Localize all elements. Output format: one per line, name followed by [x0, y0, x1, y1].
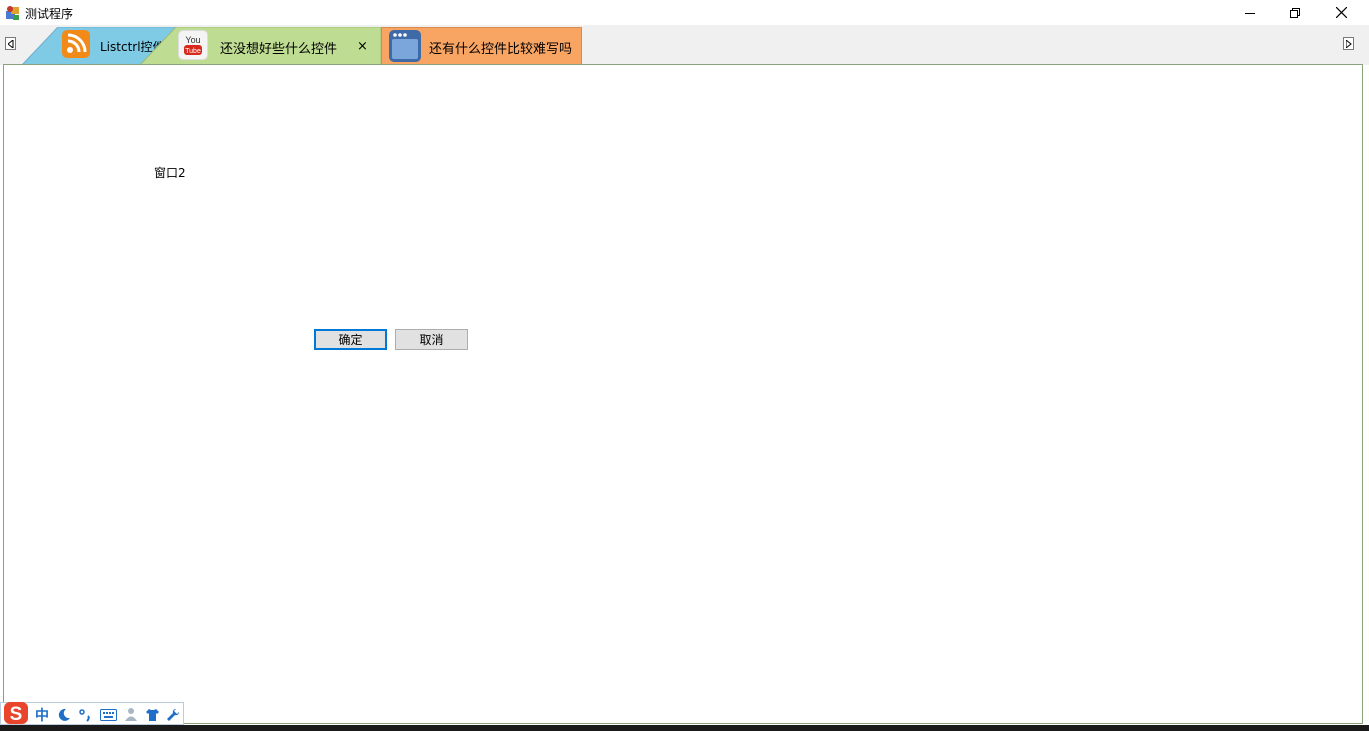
svg-text:Tube: Tube: [185, 48, 201, 55]
wrench-icon[interactable]: [164, 706, 182, 723]
tab-scroll-right-button[interactable]: [1343, 37, 1354, 50]
tab-label: 还有什么控件比较难写吗: [429, 42, 573, 57]
svg-text:S: S: [9, 704, 22, 725]
window-label: 窗口2: [154, 166, 186, 180]
tab-undecided[interactable]: You Tube 还没想好些什么控件 ×: [138, 27, 381, 65]
tab-strip: Listctrl控件 You Tube 还没想好些什么控件 × 还有什么控件比较…: [0, 25, 1369, 65]
moon-icon[interactable]: [55, 706, 73, 723]
svg-text:You: You: [185, 35, 200, 45]
minimize-icon: [1245, 12, 1255, 14]
content-panel: [3, 64, 1363, 724]
youtube-icon: You Tube: [178, 30, 208, 60]
window-icon: [389, 30, 421, 62]
tab-label: 还没想好些什么控件: [220, 42, 338, 57]
restore-button[interactable]: [1272, 0, 1318, 25]
window-title: 测试程序: [25, 7, 74, 21]
restore-icon: [1290, 7, 1300, 18]
minimize-button[interactable]: [1227, 0, 1273, 25]
tab-scroll-left-button[interactable]: [5, 37, 16, 50]
close-button[interactable]: [1318, 0, 1364, 25]
ok-button[interactable]: 确定: [314, 329, 387, 350]
tab-difficult[interactable]: 还有什么控件比较难写吗: [381, 27, 582, 65]
close-icon: [1335, 7, 1347, 18]
keyboard-icon[interactable]: [98, 706, 118, 723]
user-icon[interactable]: [122, 706, 140, 723]
ime-mode-toggle[interactable]: 中: [33, 706, 51, 724]
taskbar-edge: [0, 725, 1369, 731]
cancel-button[interactable]: 取消: [395, 329, 468, 350]
ime-toolbar: S 中: [0, 702, 184, 725]
title-bar: 测试程序: [0, 0, 1369, 25]
shirt-icon[interactable]: [143, 706, 161, 723]
chevron-right-icon: [1346, 40, 1352, 48]
chevron-left-icon: [8, 40, 14, 48]
app-icon: [4, 4, 21, 21]
tab-close-button[interactable]: ×: [357, 39, 368, 54]
sogou-logo-icon[interactable]: S: [2, 701, 29, 725]
rss-icon: [62, 30, 90, 58]
punctuation-icon[interactable]: [76, 706, 94, 723]
